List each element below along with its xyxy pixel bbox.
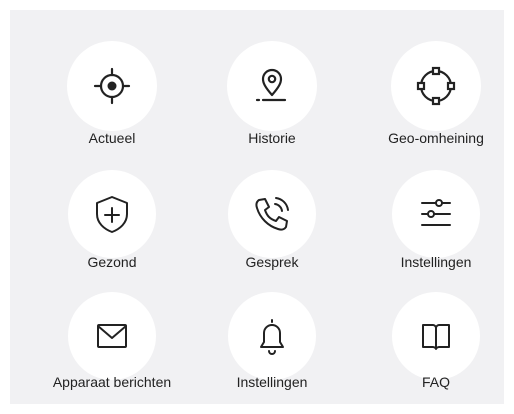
- geofence-circle-icon: [416, 66, 456, 106]
- menu-item-faq[interactable]: FAQ: [351, 288, 514, 408]
- icon-circle: [228, 170, 316, 258]
- icon-circle: [228, 292, 316, 380]
- crosshair-icon: [93, 67, 131, 105]
- menu-item-label: Geo-omheining: [388, 130, 484, 146]
- menu-item-instellingen[interactable]: Instellingen: [351, 166, 514, 286]
- menu-item-actueel[interactable]: Actueel: [27, 41, 197, 161]
- envelope-icon: [97, 324, 127, 348]
- icon-circle: [391, 41, 481, 131]
- menu-item-label: Historie: [248, 130, 296, 146]
- icon-circle: [68, 170, 156, 258]
- menu-item-label: Instellingen: [236, 374, 308, 390]
- menu-item-label: Gesprek: [245, 254, 299, 270]
- menu-item-label: Instellingen: [400, 254, 472, 270]
- menu-panel: Actueel Historie Geo-omheining Gezond Ge…: [10, 10, 504, 404]
- menu-item-label: Actueel: [88, 130, 136, 146]
- map-pin-icon: [255, 68, 287, 102]
- menu-item-geo-omheining[interactable]: Geo-omheining: [351, 41, 514, 161]
- icon-circle: [392, 292, 480, 380]
- book-icon: [422, 324, 450, 350]
- icon-circle: [392, 170, 480, 258]
- sliders-icon: [421, 199, 451, 226]
- menu-item-apparaat-berichten[interactable]: Apparaat berichten: [27, 288, 197, 408]
- icon-circle: [227, 41, 317, 131]
- menu-item-label: Gezond: [87, 254, 137, 270]
- menu-item-label: Apparaat berichten: [52, 374, 172, 390]
- menu-item-label: FAQ: [421, 374, 450, 390]
- bell-icon: [260, 319, 284, 355]
- shield-plus-icon: [96, 196, 128, 233]
- menu-item-historie[interactable]: Historie: [187, 41, 357, 161]
- menu-item-gezond[interactable]: Gezond: [27, 166, 197, 286]
- menu-item-instellingen-alerts[interactable]: Instellingen: [187, 288, 357, 408]
- icon-circle: [68, 292, 156, 380]
- menu-item-gesprek[interactable]: Gesprek: [187, 166, 357, 286]
- phone-call-icon: [255, 197, 289, 231]
- icon-circle: [67, 41, 157, 131]
